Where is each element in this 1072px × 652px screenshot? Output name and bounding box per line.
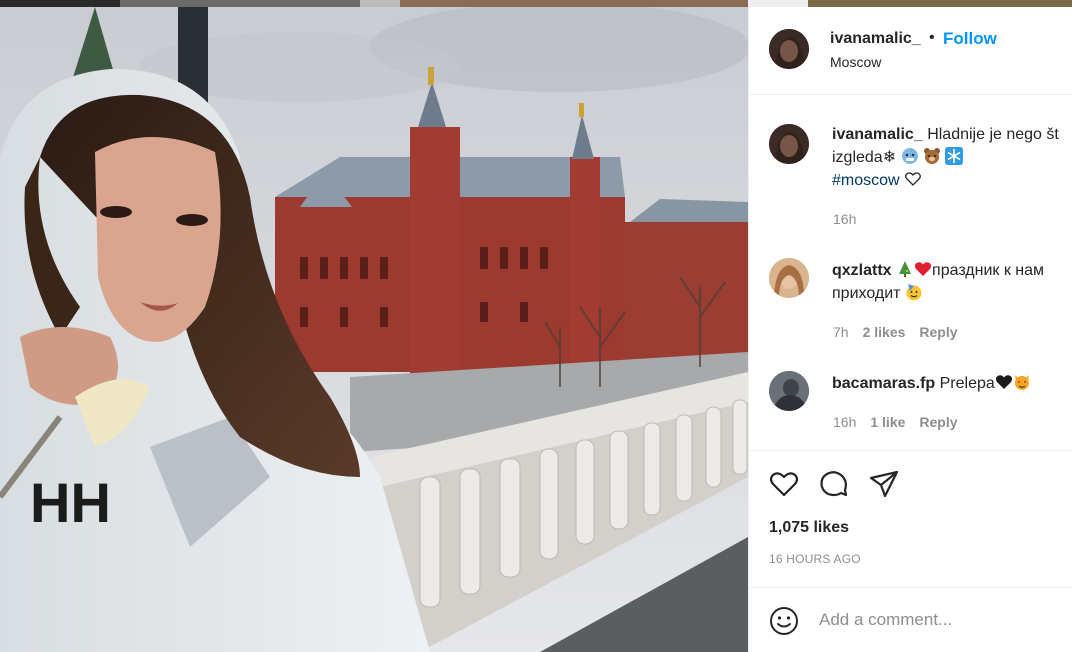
svg-text:HH: HH <box>30 471 111 534</box>
comment-1-line2: приходит <box>832 282 923 305</box>
caption-line2: izgleda❄ <box>832 146 964 169</box>
emoji-picker-icon[interactable] <box>769 606 799 636</box>
comment-avatar[interactable] <box>769 371 809 411</box>
snowflake-emoji-icon <box>945 147 964 165</box>
cold-face-emoji-icon <box>901 148 918 164</box>
post-time-ago[interactable]: 16 HOURS AGO <box>769 552 861 566</box>
post-header: ivanamalic_ • Follow Moscow <box>749 7 1072 95</box>
comment-2-username[interactable]: bacamaras.fp <box>832 375 935 392</box>
comment-2-meta: 16h 1 like Reply <box>833 414 958 430</box>
comment-1-text-2: приходит <box>832 285 901 302</box>
separator-dot: • <box>929 29 935 46</box>
comment-icon[interactable] <box>818 468 850 500</box>
red-heart-emoji-icon <box>914 262 932 276</box>
location-link[interactable]: Moscow <box>830 54 881 70</box>
comment-avatar[interactable] <box>769 258 809 298</box>
heart-eyes-cat-emoji-icon <box>1014 375 1029 390</box>
caption-avatar[interactable] <box>769 124 809 164</box>
post-sidebar: ivanamalic_ • Follow Moscow ivanamalic_ … <box>748 7 1072 652</box>
comment-1-text: праздник к нам <box>932 262 1045 279</box>
bear-emoji-icon <box>924 148 941 164</box>
author-username[interactable]: ivanamalic_ <box>830 30 921 48</box>
comment-1-username[interactable]: qxzlattx <box>832 262 892 279</box>
caption-line3: #moscow <box>832 169 922 192</box>
post-photo[interactable]: HH <box>0 7 748 652</box>
comment-1-time[interactable]: 7h <box>833 324 849 340</box>
black-heart-emoji-icon <box>995 375 1012 389</box>
caption-username[interactable]: ivanamalic_ <box>832 126 923 143</box>
partying-face-emoji-icon <box>906 284 922 301</box>
post-actions: 1,075 likes 16 HOURS AGO <box>749 450 1072 587</box>
caption-time[interactable]: 16h <box>833 211 856 227</box>
comment-1-line1: qxzlattx праздник к нам <box>832 259 1044 282</box>
add-comment-input[interactable] <box>819 605 1059 635</box>
caption-line1: ivanamalic_ Hladnije je nego št <box>832 123 1059 146</box>
comment-2-likes[interactable]: 1 like <box>870 414 905 430</box>
comment-2-reply-button[interactable]: Reply <box>919 414 957 430</box>
add-comment-bar <box>749 587 1072 652</box>
comment-1-reply-button[interactable]: Reply <box>919 324 957 340</box>
comment-2-time[interactable]: 16h <box>833 414 856 430</box>
paper-plane-icon[interactable] <box>868 468 900 500</box>
hashtag-link[interactable]: #moscow <box>832 172 900 189</box>
comment-2-line1: bacamaras.fp Prelepa <box>832 372 1031 395</box>
follow-button[interactable]: Follow <box>943 29 997 49</box>
christmas-tree-emoji-icon <box>899 261 912 277</box>
comment-2-text: Prelepa <box>939 375 995 392</box>
comment-1-meta: 7h 2 likes Reply <box>833 324 958 340</box>
caption-text: Hladnije je nego št <box>927 126 1059 143</box>
author-avatar[interactable] <box>769 29 809 69</box>
heart-icon[interactable] <box>768 468 800 500</box>
comments-section: ivanamalic_ Hladnije je nego št izgleda❄… <box>749 95 1072 450</box>
caption-text-2: izgleda❄ <box>832 149 897 166</box>
likes-count[interactable]: 1,075 likes <box>769 519 849 537</box>
comment-1-likes[interactable]: 2 likes <box>863 324 906 340</box>
white-heart-emoji-icon <box>905 172 921 186</box>
top-strip <box>0 0 1072 7</box>
